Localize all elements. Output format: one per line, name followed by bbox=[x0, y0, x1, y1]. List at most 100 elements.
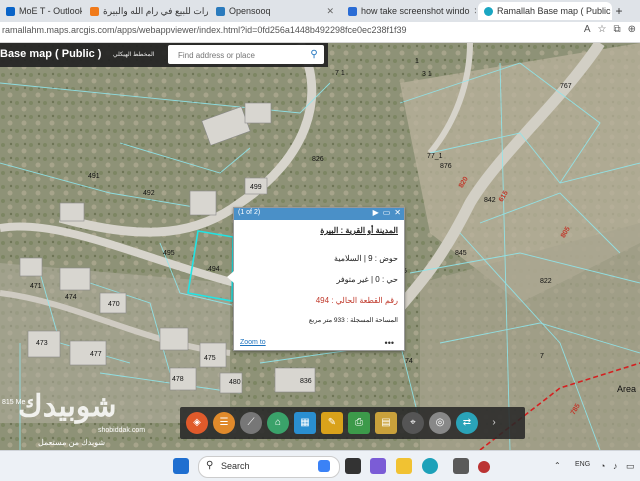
legend-icon[interactable]: ☰ bbox=[213, 412, 235, 434]
parcel-label: 474 bbox=[65, 294, 77, 301]
file-explorer-icon[interactable] bbox=[396, 458, 412, 474]
parcel-label: 836 bbox=[300, 378, 312, 385]
outlook-icon bbox=[6, 6, 15, 16]
parcel-label: 475 bbox=[204, 355, 216, 362]
collections-icon[interactable]: ⊕ bbox=[628, 24, 636, 35]
popup-city: المدينة أو القرية : البيرة bbox=[320, 226, 398, 235]
toolbar-next-icon[interactable]: › bbox=[483, 412, 505, 434]
basemap-icon[interactable]: ▦ bbox=[294, 412, 316, 434]
popup-area: المساحة المسجلة : 933 متر مربع bbox=[308, 317, 398, 324]
teams-icon[interactable] bbox=[370, 458, 386, 474]
parcel-popup: (1 of 2) ▶ ▭ ✕ المدينة أو القرية : البير… bbox=[233, 207, 405, 351]
measure-icon[interactable]: ⟋ bbox=[240, 412, 262, 434]
popup-header: (1 of 2) ▶ ▭ ✕ bbox=[234, 208, 404, 220]
parcel-label: 876 bbox=[440, 163, 452, 170]
split-screen-icon[interactable]: ⧉ bbox=[613, 24, 620, 35]
tab-screenshot[interactable]: how take screenshot windo ✕ bbox=[342, 2, 476, 20]
store-icon[interactable] bbox=[453, 458, 469, 474]
read-aloud-icon[interactable]: A bbox=[584, 24, 591, 35]
tab-label: MoE T - Outlook bbox=[19, 6, 82, 16]
favorite-icon[interactable]: ☆ bbox=[598, 24, 607, 35]
browser-toolbar: A ☆ ⧉ ⊕ bbox=[584, 24, 636, 35]
parcel-label: 492 bbox=[143, 190, 155, 197]
parcel-label: 470 bbox=[108, 301, 120, 308]
new-tab-button[interactable]: + bbox=[612, 2, 626, 20]
parcel-label: 7 1 bbox=[335, 70, 345, 77]
popup-counter: (1 of 2) bbox=[238, 209, 261, 216]
parcel-label: 767 bbox=[560, 83, 572, 90]
popup-parcel-number: رقم القطعة الحالي : 494 bbox=[315, 296, 398, 305]
popup-pointer bbox=[227, 271, 234, 283]
search-icon[interactable]: ⚲ bbox=[306, 47, 322, 62]
search-box[interactable]: ⚲ bbox=[168, 45, 324, 64]
parcel-label: 471 bbox=[30, 283, 42, 290]
tab-opensooq-listing[interactable]: عقارات للبيع في رام الله والبيرة ✕ bbox=[84, 2, 208, 20]
address-bar: ramallahm.maps.arcgis.com/apps/webappvie… bbox=[0, 22, 640, 43]
maximize-icon[interactable]: ▭ bbox=[383, 208, 391, 217]
widget-toolbar: ◈ ☰ ⟋ ⌂ ▦ ✎ ⎙ ▤ ⌖ ◎ ⇄ › bbox=[180, 407, 525, 439]
close-icon[interactable]: ✕ bbox=[474, 6, 476, 17]
wifi-icon[interactable]: ◔ bbox=[600, 461, 605, 471]
popup-neighborhood: حي : 0 | غير متوفر bbox=[336, 275, 398, 284]
parcel-label: 494 bbox=[208, 266, 220, 273]
watermark-logo: شوبيدك bbox=[18, 390, 117, 423]
popup-controls: ▶ ▭ ✕ bbox=[373, 208, 401, 217]
opensooq-icon bbox=[216, 6, 225, 16]
layers-icon[interactable]: ◈ bbox=[186, 412, 208, 434]
app-icon[interactable] bbox=[478, 461, 490, 473]
app-subtitle: المخطط الهيكلي bbox=[113, 52, 155, 58]
parcel-label: 478 bbox=[172, 376, 184, 383]
next-feature-icon[interactable]: ▶ bbox=[373, 208, 379, 217]
parcel-label: 495 bbox=[163, 250, 175, 257]
map-view[interactable]: 1 3 1 767 7 1 77_1 826 876 842 845 822 4… bbox=[0, 43, 640, 450]
parcel-label: 480 bbox=[229, 379, 241, 386]
more-menu-icon[interactable]: ••• bbox=[385, 338, 394, 348]
bing-icon bbox=[348, 6, 357, 16]
draw-icon[interactable]: ✎ bbox=[321, 412, 343, 434]
tab-label: Opensooq bbox=[229, 6, 271, 16]
parcel-label: 845 bbox=[455, 250, 467, 257]
tab-label: عقارات للبيع في رام الله والبيرة bbox=[103, 5, 208, 16]
parcel-label: 1 bbox=[415, 58, 419, 65]
windows-start-icon[interactable] bbox=[173, 458, 189, 474]
popup-basin: حوض : 9 | السلامية bbox=[334, 254, 398, 263]
location-icon[interactable]: ⌖ bbox=[402, 412, 424, 434]
opensooq-icon bbox=[90, 6, 99, 16]
arcgis-icon bbox=[484, 6, 493, 16]
watermark-url: shobiddak.com bbox=[98, 427, 146, 434]
tab-label: Ramallah Base map ( Public bbox=[497, 6, 611, 16]
search-input[interactable] bbox=[168, 47, 303, 64]
edge-icon[interactable] bbox=[422, 458, 438, 474]
query-icon[interactable]: ▤ bbox=[375, 412, 397, 434]
tray-overflow-icon[interactable]: ⌃ bbox=[554, 461, 561, 470]
area-label: Area bbox=[617, 384, 637, 394]
zoom-to-link[interactable]: Zoom to bbox=[240, 339, 266, 346]
watermark-tagline: شوبدك من مستعمل bbox=[38, 438, 106, 447]
tab-outlook[interactable]: MoE T - Outlook ✕ bbox=[0, 2, 82, 20]
bing-icon[interactable] bbox=[318, 460, 330, 472]
tab-strip: MoE T - Outlook ✕ عقارات للبيع في رام ال… bbox=[0, 0, 640, 22]
app-header: Base map ( Public ) المخطط الهيكلي ⚲ bbox=[0, 43, 328, 67]
parcel-label: 822 bbox=[540, 278, 552, 285]
url-field[interactable]: ramallahm.maps.arcgis.com/apps/webappvie… bbox=[2, 25, 407, 35]
parcel-label: 826 bbox=[312, 156, 324, 163]
volume-icon[interactable]: ♪ bbox=[613, 461, 618, 471]
swipe-icon[interactable]: ⇄ bbox=[456, 412, 478, 434]
bookmark-icon[interactable]: ⌂ bbox=[267, 412, 289, 434]
parcel-label: 499 bbox=[250, 184, 262, 191]
watermark: شوبيدك shobiddak.com شوبدك من مستعمل bbox=[18, 389, 183, 449]
taskbar-search-label: Search bbox=[221, 461, 250, 471]
print-icon[interactable]: ⎙ bbox=[348, 412, 370, 434]
parcel-label: 74 bbox=[405, 358, 413, 365]
battery-icon[interactable]: ▭ bbox=[626, 461, 635, 472]
tray-lang[interactable]: ENG bbox=[575, 461, 590, 468]
tab-label: how take screenshot windo bbox=[361, 6, 470, 16]
task-view-icon[interactable] bbox=[345, 458, 361, 474]
parcel-label: 477 bbox=[90, 351, 102, 358]
taskbar: ⚲ Search ⌃ ENG ◔ ♪ ▭ bbox=[0, 450, 640, 481]
close-icon[interactable]: ✕ bbox=[326, 6, 334, 17]
tab-opensooq[interactable]: Opensooq ✕ bbox=[210, 2, 340, 20]
tab-ramallah-map[interactable]: Ramallah Base map ( Public ✕ bbox=[478, 2, 612, 20]
coordinate-icon[interactable]: ◎ bbox=[429, 412, 451, 434]
close-icon[interactable]: ✕ bbox=[394, 208, 401, 217]
